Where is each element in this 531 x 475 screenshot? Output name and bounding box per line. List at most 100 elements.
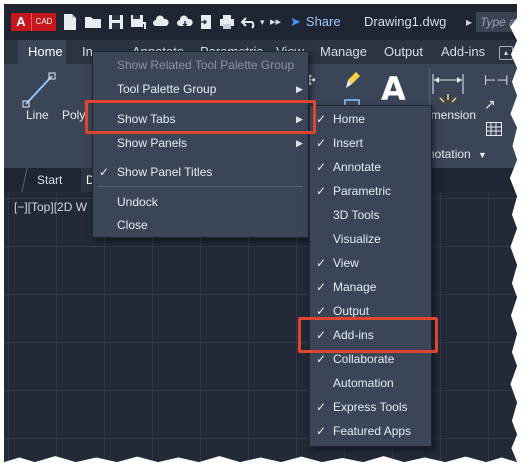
menu-item-label: Show Related Tool Palette Group: [117, 58, 295, 72]
menu-item-show-panel-titles[interactable]: ✓ Show Panel Titles: [93, 161, 308, 183]
checkmark-icon: ✓: [315, 304, 327, 318]
submenu-item-3d-tools[interactable]: 3D Tools: [310, 204, 431, 226]
submenu-item-label: View: [333, 256, 359, 270]
tab-start[interactable]: Start: [21, 168, 77, 192]
leader-icon[interactable]: ↗: [484, 96, 496, 113]
tab-start-label: Start: [37, 173, 63, 187]
submenu-item-label: 3D Tools: [333, 208, 380, 222]
app-logo-button[interactable]: A CAD: [11, 13, 56, 31]
menu-item-close[interactable]: Close: [93, 214, 308, 236]
tab-manage[interactable]: Manage: [320, 40, 367, 64]
line-tool-label[interactable]: Line: [26, 108, 49, 122]
submenu-item-label: Insert: [333, 136, 364, 150]
checkmark-icon: ✓: [315, 112, 327, 126]
share-view-icon[interactable]: [198, 13, 214, 31]
submenu-item-parametric[interactable]: ✓ Parametric: [310, 180, 431, 202]
checkmark-icon: ✓: [315, 280, 327, 294]
submenu-arrow-icon: ▶: [296, 114, 303, 124]
submenu-item-label: Featured Apps: [333, 424, 412, 438]
open-folder-icon[interactable]: [84, 13, 102, 31]
submenu-item-label: Parametric: [333, 184, 392, 198]
new-file-icon[interactable]: [62, 13, 78, 31]
submenu-item-annotate[interactable]: ✓ Annotate: [310, 156, 431, 178]
tab-add-ins[interactable]: Add-ins: [441, 40, 485, 64]
line-tool-icon[interactable]: [22, 72, 56, 113]
menu-item-label: Tool Palette Group: [117, 82, 217, 96]
submenu-item-manage[interactable]: ✓ Manage: [310, 276, 431, 298]
checkmark-icon: ✓: [315, 424, 327, 438]
tab-output[interactable]: Output: [384, 40, 423, 64]
annotation-panel-label: notation: [428, 147, 471, 161]
submenu-item-label: Annotate: [333, 160, 382, 174]
share-label: Share: [305, 14, 341, 29]
undo-dropdown-icon[interactable]: ▾: [260, 13, 265, 31]
chevron-right-icon[interactable]: ▸: [466, 13, 472, 31]
paper-plane-icon: ➤: [290, 14, 301, 29]
viewport-controls[interactable]: [−][Top][2D W: [14, 200, 87, 214]
menu-item-show-tabs[interactable]: Show Tabs ▶: [93, 108, 308, 130]
submenu-item-featured-apps[interactable]: ✓ Featured Apps: [310, 420, 431, 442]
submenu-item-collaborate[interactable]: ✓ Collaborate: [310, 348, 431, 370]
title-bar: A CAD ▾ ▸▸ ➤ Share Drawing1.dwg ▸ Type a: [4, 4, 517, 40]
menu-item-label: Undock: [117, 195, 158, 209]
dimension-tool-label[interactable]: imension: [428, 108, 476, 122]
submenu-item-express-tools[interactable]: ✓ Express Tools: [310, 396, 431, 418]
annotation-panel-title[interactable]: notation ▼: [428, 147, 487, 161]
palette-context-menu: Show Related Tool Palette Group Tool Pal…: [92, 51, 309, 238]
checkmark-icon: ✓: [315, 256, 327, 270]
submenu-item-label: Express Tools: [333, 400, 408, 414]
checkmark-icon: ✓: [315, 136, 327, 150]
app-logo-letter: A: [11, 13, 31, 31]
cloud-open-icon[interactable]: [152, 13, 170, 31]
table-icon[interactable]: [486, 122, 502, 141]
menu-item-tool-palette-group[interactable]: Tool Palette Group ▶: [93, 78, 308, 100]
polyline-tool-label[interactable]: Poly: [62, 108, 85, 122]
menu-item-undock[interactable]: Undock: [93, 191, 308, 213]
checkmark-icon: ✓: [315, 184, 327, 198]
show-tabs-submenu: ✓ Home ✓ Insert ✓ Annotate ✓ Parametric …: [309, 105, 432, 447]
submenu-arrow-icon: ▶: [296, 84, 303, 94]
print-icon[interactable]: [218, 13, 236, 31]
submenu-item-insert[interactable]: ✓ Insert: [310, 132, 431, 154]
linear-dimension-icon[interactable]: ⊢⊣: [484, 72, 508, 89]
submenu-item-label: Output: [333, 304, 370, 318]
checkmark-icon: ✓: [315, 328, 327, 342]
save-icon[interactable]: [108, 13, 124, 31]
submenu-item-label: Manage: [333, 280, 377, 294]
checkmark-icon: ✓: [315, 160, 327, 174]
app-window: A CAD ▾ ▸▸ ➤ Share Drawing1.dwg ▸ Type a…: [4, 4, 517, 462]
submenu-item-output[interactable]: ✓ Output: [310, 300, 431, 322]
submenu-item-view[interactable]: ✓ View: [310, 252, 431, 274]
menu-divider: [97, 102, 303, 103]
share-button[interactable]: ➤ Share: [290, 13, 341, 31]
submenu-item-label: Visualize: [333, 232, 381, 246]
menu-item-show-panels[interactable]: Show Panels ▶: [93, 132, 308, 154]
document-title: Drawing1.dwg: [364, 14, 447, 29]
submenu-item-label: Home: [333, 112, 366, 126]
undo-icon[interactable]: [240, 13, 258, 31]
submenu-item-home[interactable]: ✓ Home: [310, 108, 431, 130]
submenu-item-visualize[interactable]: Visualize: [310, 228, 431, 250]
submenu-item-label: Automation: [333, 376, 394, 390]
ribbon-collapse-icon[interactable]: ▴: [499, 46, 513, 60]
checkmark-icon: ✓: [315, 400, 327, 414]
text-tool-icon[interactable]: A: [381, 70, 406, 108]
paint-brush-icon[interactable]: [342, 70, 362, 95]
redo-icon[interactable]: ▸▸: [270, 13, 281, 31]
menu-item-label: Show Tabs: [117, 112, 176, 126]
cloud-save-icon[interactable]: [176, 13, 194, 31]
submenu-item-label: Add-ins: [333, 328, 374, 342]
submenu-item-add-ins[interactable]: ✓ Add-ins: [310, 324, 431, 346]
checkmark-icon: ✓: [98, 165, 110, 179]
app-logo-suffix: CAD: [31, 13, 56, 31]
chevron-down-icon: ▼: [478, 150, 487, 160]
save-as-icon[interactable]: [130, 13, 146, 31]
menu-divider: [97, 186, 303, 187]
menu-item-show-related-tool-palette-group[interactable]: Show Related Tool Palette Group: [93, 54, 308, 76]
tab-home[interactable]: Home: [18, 40, 66, 64]
search-input[interactable]: Type a: [476, 12, 517, 32]
submenu-item-automation[interactable]: Automation: [310, 372, 431, 394]
checkmark-icon: ✓: [315, 352, 327, 366]
menu-item-label: Show Panel Titles: [117, 165, 213, 179]
submenu-arrow-icon: ▶: [296, 138, 303, 148]
